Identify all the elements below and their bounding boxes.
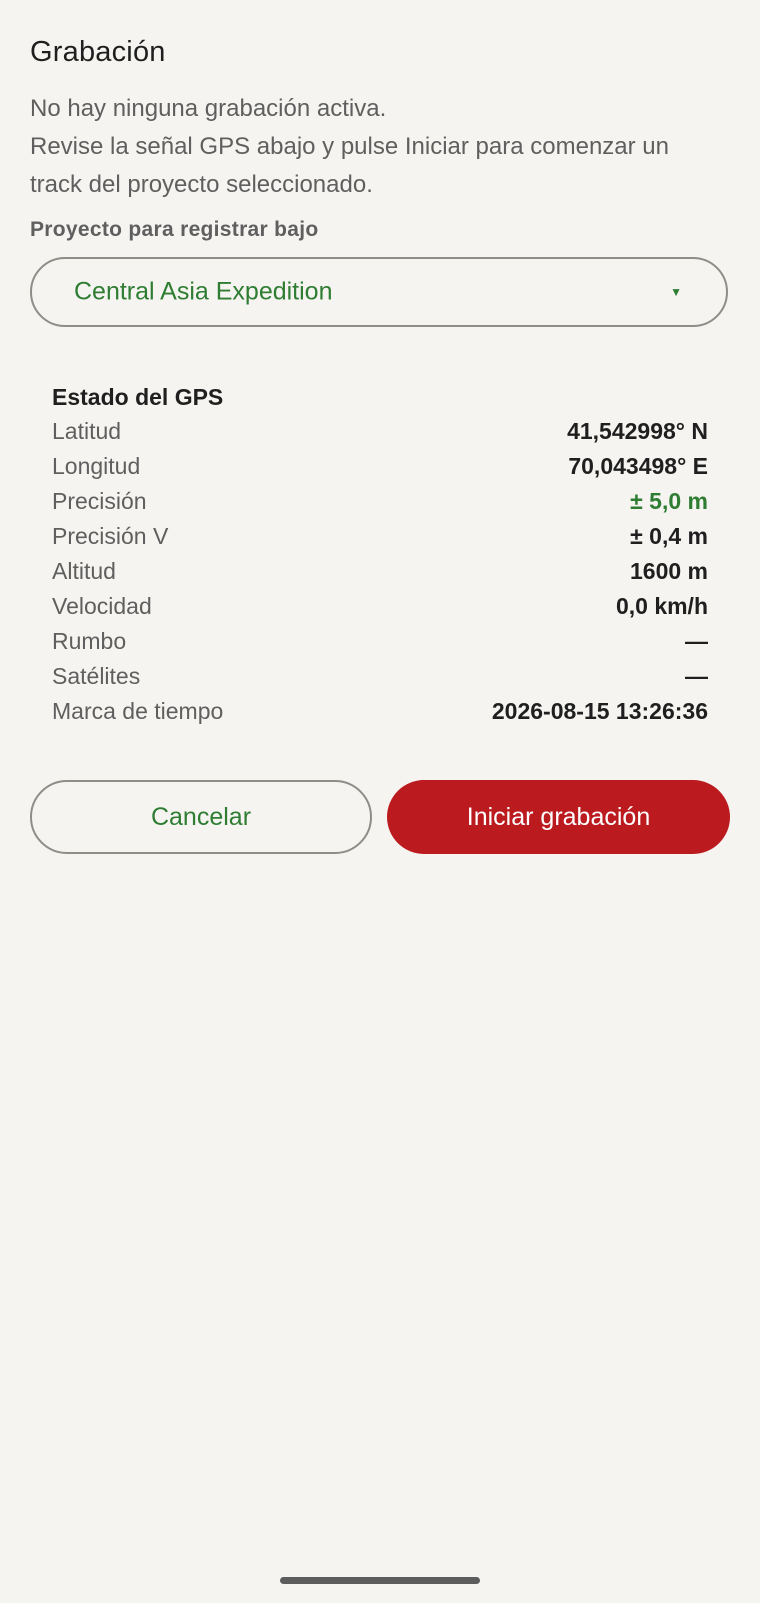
gps-label: Velocidad bbox=[52, 593, 152, 619]
gps-label: Rumbo bbox=[52, 628, 127, 654]
gps-value: ± 5,0 m bbox=[630, 488, 708, 514]
gps-row-timestamp: Marca de tiempo 2026-08-15 13:26:36 bbox=[52, 694, 708, 729]
gps-row-heading: Rumbo — bbox=[52, 624, 708, 659]
status-line-1: No hay ninguna grabación activa. bbox=[30, 95, 387, 122]
gps-value: 1600 m bbox=[629, 558, 708, 584]
gps-row-accuracy: Precisión ± 5,0 m bbox=[52, 484, 708, 519]
gps-value: — bbox=[685, 663, 708, 689]
gps-row-latitude: Latitud 41,542998° N bbox=[52, 414, 708, 449]
page-title: Grabación bbox=[30, 36, 166, 68]
gps-row-longitude: Longitud 70,043498° E bbox=[52, 449, 708, 484]
gps-row-altitude: Altitud 1600 m bbox=[52, 554, 708, 589]
gps-row-satellites: Satélites — bbox=[52, 659, 708, 694]
gps-value: 2026-08-15 13:26:36 bbox=[491, 698, 708, 724]
recording-screen: Grabación No hay ninguna grabación activ… bbox=[0, 0, 760, 1603]
home-indicator[interactable] bbox=[280, 1577, 480, 1584]
status-line-3: track del proyecto seleccionado. bbox=[30, 171, 373, 198]
gps-label: Marca de tiempo bbox=[52, 698, 224, 724]
gps-label: Precisión bbox=[52, 488, 147, 514]
gps-value: — bbox=[685, 628, 708, 654]
status-description: No hay ninguna grabación activa. Revise … bbox=[30, 90, 740, 204]
cancel-button[interactable]: Cancelar bbox=[30, 780, 372, 854]
gps-label: Precisión V bbox=[52, 523, 169, 549]
status-line-2: Revise la señal GPS abajo y pulse Inicia… bbox=[30, 133, 669, 160]
gps-row-speed: Velocidad 0,0 km/h bbox=[52, 589, 708, 624]
dropdown-arrow-icon: ▼ bbox=[670, 285, 682, 299]
gps-status-title: Estado del GPS bbox=[52, 384, 224, 410]
gps-status-panel: Estado del GPS Latitud 41,542998° N Long… bbox=[52, 381, 708, 729]
gps-value: 70,043498° E bbox=[568, 453, 708, 479]
gps-value: ± 0,4 m bbox=[630, 523, 708, 549]
gps-value: 0,0 km/h bbox=[615, 593, 708, 619]
project-select-value: Central Asia Expedition bbox=[74, 277, 333, 306]
gps-label: Longitud bbox=[52, 453, 141, 479]
gps-label: Satélites bbox=[52, 663, 141, 689]
gps-value: 41,542998° N bbox=[567, 418, 708, 444]
project-label: Proyecto para registrar bajo bbox=[30, 218, 319, 241]
gps-label: Latitud bbox=[52, 418, 122, 444]
gps-row-vertical-accuracy: Precisión V ± 0,4 m bbox=[52, 519, 708, 554]
project-select[interactable]: Central Asia Expedition ▼ bbox=[30, 257, 728, 327]
start-recording-button[interactable]: Iniciar grabación bbox=[387, 780, 730, 854]
gps-label: Altitud bbox=[52, 558, 116, 584]
